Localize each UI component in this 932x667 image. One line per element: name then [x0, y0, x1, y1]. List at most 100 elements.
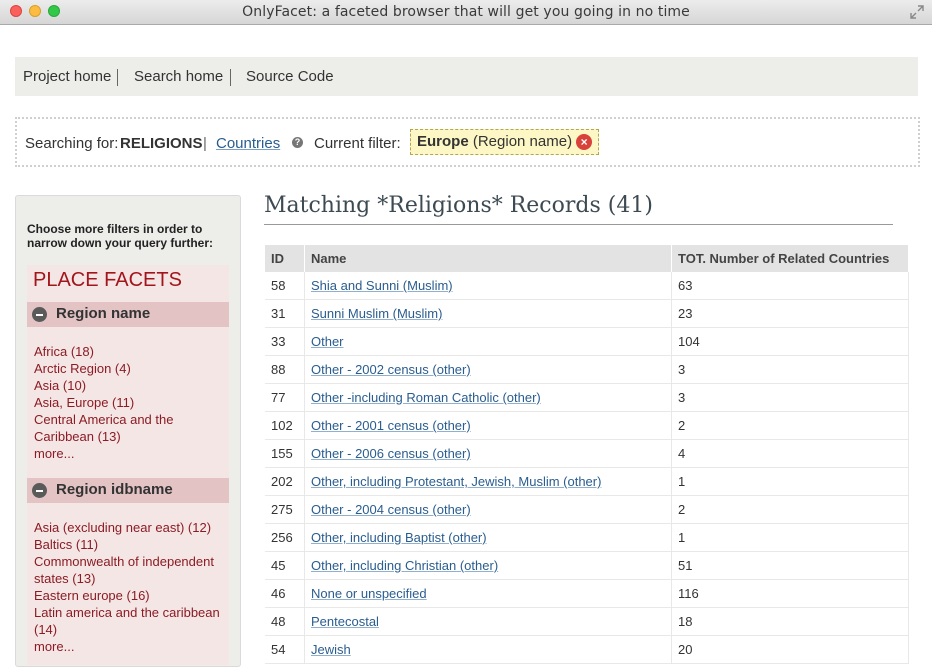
- entity-separator: |: [203, 135, 207, 152]
- table-header-row: ID Name TOT. Number of Related Countries: [265, 245, 909, 272]
- facet-more-link[interactable]: more...: [34, 445, 224, 462]
- nav-separator: [117, 69, 118, 86]
- cell-name: Shia and Sunni (Muslim): [304, 272, 672, 300]
- cell-count: 3: [671, 383, 909, 412]
- record-link[interactable]: Other - 2002 census (other): [311, 362, 471, 377]
- current-entity: RELIGIONS: [120, 135, 203, 152]
- record-link[interactable]: None or unspecified: [311, 586, 427, 601]
- results-heading: Matching *Religions* Records (41): [264, 193, 653, 218]
- table-row: 31 Sunni Muslim (Muslim) 23: [265, 299, 909, 328]
- cell-id: 275: [265, 495, 305, 524]
- nav-separator: [230, 69, 231, 86]
- cell-count: 2: [671, 411, 909, 440]
- facet-item[interactable]: Asia (excluding near east) (12): [34, 519, 224, 536]
- facet-item[interactable]: Baltics (11): [34, 536, 224, 553]
- cell-count: 18: [671, 607, 909, 636]
- facet-more-link[interactable]: more...: [34, 638, 224, 655]
- cell-id: 256: [265, 523, 305, 552]
- help-icon[interactable]: ?: [292, 137, 303, 148]
- facet-list-region-idbname: Asia (excluding near east) (12) Baltics …: [34, 519, 224, 655]
- current-filter-label: Current filter:: [314, 135, 401, 152]
- facet-item[interactable]: Central America and the Caribbean (13): [34, 411, 224, 445]
- table-row: 48 Pentecostal 18: [265, 607, 909, 636]
- searching-for-label: Searching for:: [25, 135, 119, 152]
- heading-divider: [264, 224, 893, 225]
- table-row: 102 Other - 2001 census (other) 2: [265, 411, 909, 440]
- cell-name: Other, including Baptist (other): [304, 523, 672, 552]
- record-link[interactable]: Jewish: [311, 642, 351, 657]
- nav-source-code[interactable]: Source Code: [246, 68, 334, 85]
- cell-count: 23: [671, 299, 909, 328]
- table-row: 33 Other 104: [265, 327, 909, 356]
- cell-id: 45: [265, 551, 305, 580]
- top-nav: Project home Search home Source Code: [15, 57, 918, 96]
- facet-item[interactable]: Africa (18): [34, 343, 224, 360]
- collapse-icon[interactable]: [32, 483, 47, 498]
- facet-item[interactable]: Eastern europe (16): [34, 587, 224, 604]
- cell-count: 51: [671, 551, 909, 580]
- cell-name: None or unspecified: [304, 579, 672, 608]
- cell-id: 155: [265, 439, 305, 468]
- facet-group-title: Region name: [56, 305, 151, 322]
- facet-group-region-idbname[interactable]: Region idbname: [27, 478, 229, 503]
- record-link[interactable]: Sunni Muslim (Muslim): [311, 306, 442, 321]
- table-row: 45 Other, including Christian (other) 51: [265, 551, 909, 580]
- table-row: 256 Other, including Baptist (other) 1: [265, 523, 909, 552]
- active-filter-chip: Europe (Region name) ×: [410, 129, 600, 155]
- fullscreen-icon[interactable]: [910, 5, 924, 19]
- facets-title: PLACE FACETS: [33, 269, 182, 291]
- cell-id: 102: [265, 411, 305, 440]
- cell-count: 116: [671, 579, 909, 608]
- cell-name: Pentecostal: [304, 607, 672, 636]
- column-header-name[interactable]: Name: [304, 245, 672, 272]
- cell-count: 20: [671, 635, 909, 664]
- cell-count: 63: [671, 272, 909, 300]
- table-row: 46 None or unspecified 116: [265, 579, 909, 608]
- facet-item[interactable]: Asia (10): [34, 377, 224, 394]
- cell-name: Other - 2002 census (other): [304, 355, 672, 384]
- record-link[interactable]: Other, including Christian (other): [311, 558, 498, 573]
- window-title: OnlyFacet: a faceted browser that will g…: [242, 4, 690, 20]
- search-status-bar: Searching for: RELIGIONS | Countries ? C…: [15, 117, 920, 167]
- nav-search-home[interactable]: Search home: [134, 68, 223, 85]
- cell-id: 31: [265, 299, 305, 328]
- record-link[interactable]: Other - 2001 census (other): [311, 418, 471, 433]
- facet-item[interactable]: Commonwealth of independent states (13): [34, 553, 224, 587]
- record-link[interactable]: Other - 2006 census (other): [311, 446, 471, 461]
- record-link[interactable]: Other: [311, 334, 344, 349]
- table-row: 58 Shia and Sunni (Muslim) 63: [265, 272, 909, 300]
- table-row: 54 Jewish 20: [265, 635, 909, 664]
- cell-id: 77: [265, 383, 305, 412]
- cell-count: 1: [671, 523, 909, 552]
- facet-group-title: Region idbname: [56, 481, 173, 498]
- cell-name: Other - 2004 census (other): [304, 495, 672, 524]
- record-link[interactable]: Other - 2004 census (other): [311, 502, 471, 517]
- cell-id: 88: [265, 355, 305, 384]
- cell-count: 1: [671, 467, 909, 496]
- facet-group-region-name[interactable]: Region name: [27, 302, 229, 327]
- record-link[interactable]: Pentecostal: [311, 614, 379, 629]
- cell-name: Jewish: [304, 635, 672, 664]
- filter-value: Europe: [417, 133, 469, 150]
- record-link[interactable]: Other -including Roman Catholic (other): [311, 390, 541, 405]
- facet-item[interactable]: Arctic Region (4): [34, 360, 224, 377]
- cell-count: 4: [671, 439, 909, 468]
- record-link[interactable]: Other, including Baptist (other): [311, 530, 487, 545]
- results-table: ID Name TOT. Number of Related Countries…: [265, 245, 909, 664]
- cell-count: 104: [671, 327, 909, 356]
- table-row: 155 Other - 2006 census (other) 4: [265, 439, 909, 468]
- nav-project-home[interactable]: Project home: [23, 68, 111, 85]
- column-header-count[interactable]: TOT. Number of Related Countries: [671, 245, 909, 272]
- cell-name: Other -including Roman Catholic (other): [304, 383, 672, 412]
- record-link[interactable]: Shia and Sunni (Muslim): [311, 278, 453, 293]
- cell-id: 54: [265, 635, 305, 664]
- record-link[interactable]: Other, including Protestant, Jewish, Mus…: [311, 474, 601, 489]
- remove-filter-icon[interactable]: ×: [576, 134, 593, 150]
- column-header-id[interactable]: ID: [265, 245, 305, 272]
- cell-name: Other, including Protestant, Jewish, Mus…: [304, 467, 672, 496]
- switch-to-countries-link[interactable]: Countries: [216, 135, 280, 152]
- facet-item[interactable]: Asia, Europe (11): [34, 394, 224, 411]
- facet-item[interactable]: Latin america and the caribbean (14): [34, 604, 224, 638]
- collapse-icon[interactable]: [32, 307, 47, 322]
- table-row: 202 Other, including Protestant, Jewish, …: [265, 467, 909, 496]
